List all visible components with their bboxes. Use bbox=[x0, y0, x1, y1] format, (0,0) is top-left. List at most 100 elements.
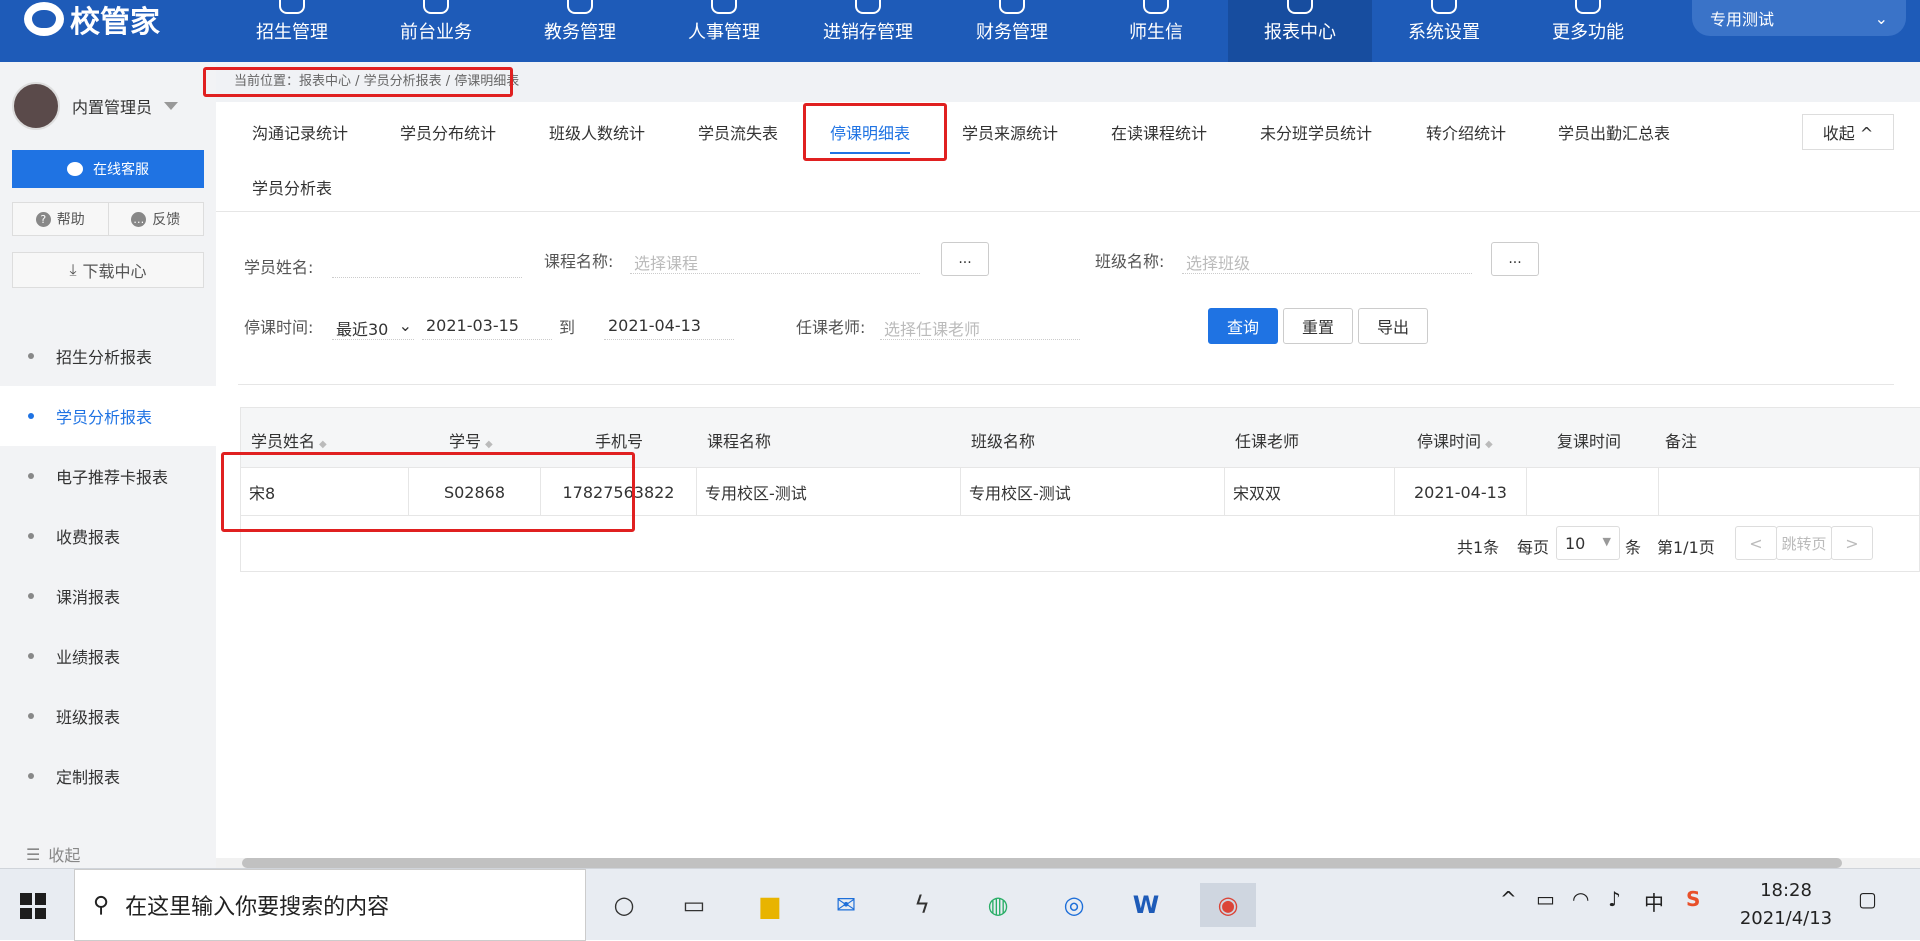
volume-icon[interactable]: ♪ bbox=[1608, 887, 1621, 911]
course-label: 课程名称: bbox=[544, 252, 614, 271]
sidebar-item-student-report[interactable]: 学员分析报表 bbox=[0, 386, 216, 446]
notification-icon[interactable]: ▢ bbox=[1858, 887, 1877, 911]
tab-enrolled-courses[interactable]: 在读课程统计 bbox=[1111, 120, 1207, 144]
cortana-icon[interactable]: ○ bbox=[602, 883, 646, 927]
help-label: 帮助 bbox=[56, 212, 85, 228]
tab-student-analysis[interactable]: 学员分析表 bbox=[252, 175, 332, 199]
sidebar-item-referral-card-report[interactable]: 电子推荐卡报表 bbox=[0, 446, 216, 506]
nav-item-inventory[interactable]: 进销存管理 bbox=[796, 0, 940, 62]
nav-item-academic[interactable]: 教务管理 bbox=[508, 0, 652, 62]
cell-teacher: 宋双双 bbox=[1225, 468, 1395, 516]
sidebar-item-enrollment-report[interactable]: 招生分析报表 bbox=[0, 326, 216, 386]
qq-browser-icon[interactable]: ◎ bbox=[1052, 883, 1096, 927]
menu-label: 招生分析报表 bbox=[56, 348, 153, 367]
collapse-tabs-button[interactable]: 收起 ^ bbox=[1802, 114, 1894, 150]
page-indicator: 第1/1页 bbox=[1657, 538, 1715, 557]
nav-item-settings[interactable]: 系统设置 bbox=[1372, 0, 1516, 62]
nav-item-front-desk[interactable]: 前台业务 bbox=[364, 0, 508, 62]
windows-taskbar: ⚲ 在这里输入你要搜索的内容 ○ ▭ ▆ ✉ ϟ ◍ ◎ W ◉ ^ ▭ ◠ ♪ … bbox=[0, 868, 1920, 941]
word-icon[interactable]: W bbox=[1124, 883, 1168, 927]
sidebar-item-performance-report[interactable]: 业绩报表 bbox=[0, 626, 216, 686]
user-name: 内置管理员 bbox=[72, 98, 153, 117]
tab-student-distribution[interactable]: 学员分布统计 bbox=[400, 120, 496, 144]
sidebar-item-custom-report[interactable]: 定制报表 bbox=[0, 746, 216, 806]
date-to-input[interactable]: 2021-04-13 bbox=[604, 310, 734, 340]
scrollbar-thumb[interactable] bbox=[242, 858, 1842, 868]
wechat-icon[interactable]: ◍ bbox=[976, 883, 1020, 927]
course-input[interactable]: 选择课程 bbox=[630, 244, 920, 274]
feedback-button[interactable]: … 反馈 bbox=[107, 203, 204, 235]
sidebar-item-fee-report[interactable]: 收费报表 bbox=[0, 506, 216, 566]
header-stop-time[interactable]: 停课时间 ◆ bbox=[1417, 428, 1493, 452]
tab-class-size[interactable]: 班级人数统计 bbox=[549, 120, 645, 144]
header-student-id[interactable]: 学号 ◆ bbox=[449, 428, 493, 452]
sidebar-item-class-report[interactable]: 班级报表 bbox=[0, 686, 216, 746]
sidebar: 内置管理员 在线客服 ? 帮助 … 反馈 ⤓ 下载中心 招生分析报表 学员分析报表 电… bbox=[0, 62, 216, 868]
help-button[interactable]: ? 帮助 bbox=[13, 203, 108, 235]
online-service-button[interactable]: 在线客服 bbox=[12, 150, 204, 188]
reset-button[interactable]: 重置 bbox=[1283, 308, 1353, 344]
download-center-button[interactable]: ⤓ 下载中心 bbox=[12, 252, 204, 288]
nav-item-finance[interactable]: 财务管理 bbox=[940, 0, 1084, 62]
tab-attendance-summary[interactable]: 学员出勤汇总表 bbox=[1558, 120, 1670, 144]
nav-item-enrollment[interactable]: 招生管理 bbox=[220, 0, 364, 62]
windows-start-button[interactable] bbox=[20, 893, 46, 919]
export-button[interactable]: 导出 bbox=[1358, 308, 1428, 344]
box-icon bbox=[855, 0, 881, 14]
menu-collapse-icon: ☰ bbox=[26, 844, 41, 864]
wifi-icon[interactable]: ◠ bbox=[1572, 887, 1589, 911]
chevron-down-icon: ⌄ bbox=[398, 316, 412, 335]
divider bbox=[238, 384, 1894, 385]
tab-referral-stats[interactable]: 转介绍统计 bbox=[1426, 120, 1506, 144]
date-from-input[interactable]: 2021-03-15 bbox=[422, 310, 552, 340]
battery-icon[interactable]: ▭ bbox=[1536, 887, 1555, 911]
class-input[interactable]: 选择班级 bbox=[1182, 244, 1472, 274]
campus-select[interactable]: 专用测试 ⌄ bbox=[1692, 0, 1906, 36]
report-tabs: 沟通记录统计 学员分布统计 班级人数统计 学员流失表 停课明细表 学员来源统计 … bbox=[216, 102, 1920, 212]
prev-page-button[interactable]: < bbox=[1735, 526, 1777, 560]
campus-label: 专用测试 bbox=[1710, 10, 1775, 29]
sidebar-item-lesson-report[interactable]: 课消报表 bbox=[0, 566, 216, 626]
person-icon bbox=[711, 0, 737, 14]
tab-student-source[interactable]: 学员来源统计 bbox=[962, 120, 1058, 144]
jump-page-input[interactable]: 跳转页 bbox=[1776, 526, 1832, 560]
class-picker-button[interactable]: ... bbox=[1491, 242, 1539, 276]
sidebar-collapse-button[interactable]: ☰ 收起 bbox=[26, 842, 80, 866]
clock-time: 18:28 bbox=[1760, 880, 1812, 901]
query-button[interactable]: 查询 bbox=[1208, 308, 1278, 344]
teacher-label: 任课老师: bbox=[796, 318, 866, 337]
header-student-name[interactable]: 学员姓名 ◆ bbox=[251, 428, 327, 452]
student-name-input[interactable] bbox=[332, 248, 522, 278]
sogou-icon[interactable]: S bbox=[1686, 887, 1700, 911]
chrome-icon[interactable]: ◉ bbox=[1200, 883, 1256, 927]
nav-label: 系统设置 bbox=[1408, 22, 1480, 43]
task-view-icon[interactable]: ▭ bbox=[672, 883, 716, 927]
nav-item-hr[interactable]: 人事管理 bbox=[652, 0, 796, 62]
mail-icon[interactable]: ✉ bbox=[824, 883, 868, 927]
download-label: 下载中心 bbox=[82, 262, 147, 281]
clock-date: 2021/4/13 bbox=[1739, 908, 1833, 929]
file-explorer-icon[interactable]: ▆ bbox=[748, 883, 792, 927]
course-picker-button[interactable]: ... bbox=[941, 242, 989, 276]
nav-item-more[interactable]: 更多功能 bbox=[1516, 0, 1660, 62]
taskbar-search[interactable]: ⚲ 在这里输入你要搜索的内容 bbox=[74, 869, 586, 941]
header-course: 课程名称 bbox=[707, 432, 772, 451]
caret-down-icon: ▼ bbox=[1602, 535, 1611, 548]
tab-communication-stats[interactable]: 沟通记录统计 bbox=[252, 120, 348, 144]
date-range-select[interactable]: 最近30 ⌄ bbox=[332, 310, 414, 340]
main-nav: 招生管理 前台业务 教务管理 人事管理 进销存管理 财务管理 师生信 报表中心 … bbox=[220, 0, 1660, 62]
system-clock[interactable]: 18:28 2021/4/13 bbox=[1736, 877, 1836, 933]
user-menu[interactable]: 内置管理员 bbox=[12, 82, 179, 130]
tab-student-churn[interactable]: 学员流失表 bbox=[698, 120, 778, 144]
tab-unassigned-students[interactable]: 未分班学员统计 bbox=[1260, 120, 1372, 144]
cell-resume-time bbox=[1527, 468, 1659, 516]
ime-indicator[interactable]: 中 bbox=[1644, 887, 1664, 916]
page-size-select[interactable]: 10 ▼ bbox=[1556, 526, 1620, 560]
teacher-input[interactable]: 选择任课老师 bbox=[880, 310, 1080, 340]
next-page-button[interactable]: > bbox=[1831, 526, 1873, 560]
nav-item-messages[interactable]: 师生信 bbox=[1084, 0, 1228, 62]
chevron-up-icon[interactable]: ^ bbox=[1500, 887, 1517, 911]
app-logo[interactable]: 校管家 bbox=[24, 0, 160, 40]
nav-item-reports[interactable]: 报表中心 bbox=[1228, 0, 1372, 62]
app-icon[interactable]: ϟ bbox=[900, 883, 944, 927]
